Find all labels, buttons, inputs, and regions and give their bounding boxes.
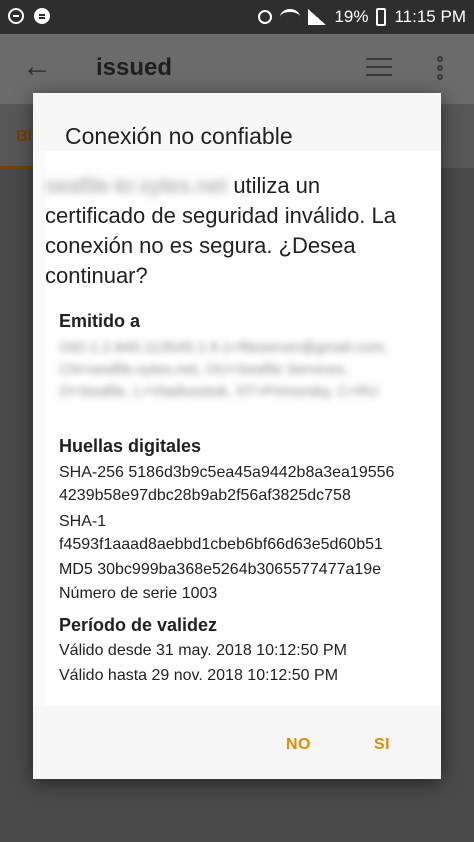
serial-number: Número de serie 1003 <box>59 585 218 602</box>
validity-heading: Período de validez <box>59 615 218 635</box>
fingerprints-heading: Huellas digitales <box>59 436 202 456</box>
md5-line: MD5 30bc999ba368e5264b3065577477a19e <box>59 561 382 578</box>
dialog-body: seafile-kr.sytes.net utiliza un certific… <box>45 151 441 706</box>
dialog-title: Conexión no confiable <box>65 123 293 149</box>
valid-from: Válido desde 31 may. 2018 10:12:50 PM <box>59 642 347 659</box>
minus-circle-icon <box>8 8 24 24</box>
host-name-blurred: seafile-kr.sytes.net <box>45 173 228 198</box>
back-arrow-icon[interactable]: ← <box>22 52 52 82</box>
status-bar: 19% 11:15 PM <box>0 0 474 34</box>
wifi-icon <box>280 9 301 25</box>
sha256-line-2: 4239b58e97dbc28b9ab2f56af3825dc758 <box>59 487 351 504</box>
yes-button[interactable]: SI <box>374 736 390 754</box>
clock: 11:15 PM <box>394 7 466 26</box>
valid-until: Válido hasta 29 nov. 2018 10:12:50 PM <box>59 667 339 684</box>
dialog-actions: NO SI <box>33 706 441 779</box>
sort-icon[interactable] <box>366 58 392 78</box>
signal-icon <box>308 9 327 25</box>
spotify-icon <box>34 8 50 24</box>
dialog-header: Conexión no confiable <box>33 93 441 151</box>
sha1-value: f4593f1aaad8aebbd1cbeb6bf66d63e5d60b51 <box>59 536 383 553</box>
alarm-icon <box>258 10 273 24</box>
issuer-details-blurred: OID.1.2.840.113549.1.9.1=fileserver@gmai… <box>59 339 388 400</box>
more-vert-icon[interactable] <box>437 56 445 83</box>
warning-message: seafile-kr.sytes.net utiliza un certific… <box>45 171 425 291</box>
no-button[interactable]: NO <box>286 736 311 754</box>
untrusted-connection-dialog: Conexión no confiable seafile-kr.sytes.n… <box>33 93 441 779</box>
battery-icon <box>376 8 387 26</box>
page-title: issued <box>96 54 173 81</box>
tab-label[interactable]: Bl <box>16 128 32 146</box>
battery-percent: 19% <box>334 7 369 26</box>
sha1-label: SHA-1 <box>59 513 107 530</box>
issued-to-heading: Emitido a <box>59 311 141 331</box>
sha256-line-1: SHA-256 5186d3b9c5ea45a9442b8a3ea19556 <box>59 464 395 481</box>
